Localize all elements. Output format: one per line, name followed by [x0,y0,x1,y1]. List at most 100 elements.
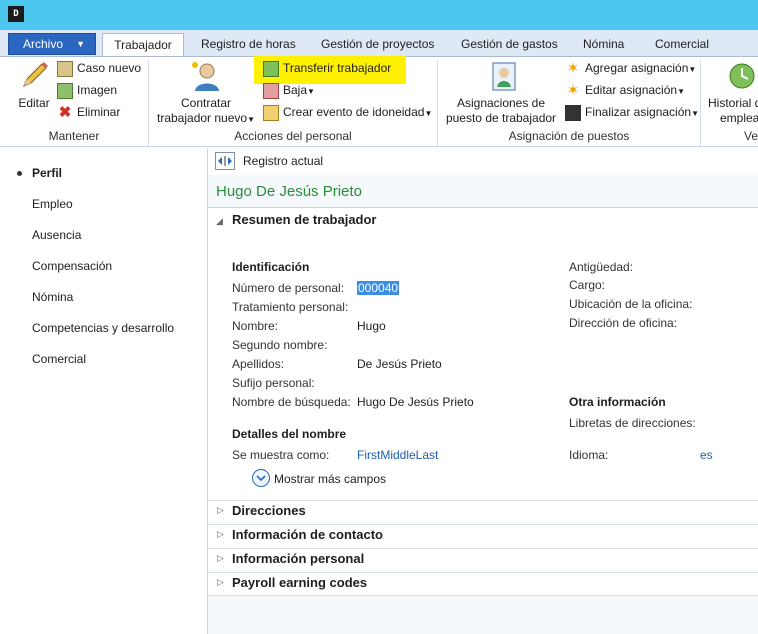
title-bar [0,0,758,30]
expand-triangle-icon: ▷ [217,505,224,515]
historial-label-1: Historial d [708,96,758,110]
field-label-cargo: Cargo: [569,278,606,292]
transferir-trabajador-button[interactable]: Transferir trabajador [263,61,391,77]
expand-triangle-icon: ▷ [217,553,224,563]
group-label-asignacion: Asignación de puestos [508,129,630,143]
dropdown-arrow-icon: ▼ [677,87,685,97]
fasttab-payroll-title: Payroll earning codes [232,575,368,590]
section-detalles-nombre: Detalles del nombre [232,427,347,441]
hire-worker-icon [190,60,222,92]
field-label-apellidos: Apellidos: [232,357,285,371]
field-value-idioma-link[interactable]: es [700,448,713,462]
field-value-se-muestra-link[interactable]: FirstMiddleLast [357,448,438,462]
eliminar-label: Eliminar [77,105,121,120]
editar-asignacion-label: Editar asignación [585,83,678,98]
editar-asignacion-button[interactable]: ✶ Editar asignación▼ [565,83,685,99]
nav-item-nomina[interactable]: Nómina [32,290,73,304]
tab-archivo-label: Archivo [23,37,64,51]
expand-circle-icon[interactable] [252,469,270,487]
contratar-label-2: trabajador nuevo [157,111,248,125]
edit-star-icon: ✶ [566,82,580,99]
worker-name-title: Hugo De Jesús Prieto [216,183,362,200]
expand-triangle-icon: ▷ [217,577,224,587]
section-identificacion: Identificación [232,260,310,274]
field-label-se-muestra: Se muestra como: [232,448,330,462]
tab-trabajador[interactable]: Trabajador [102,33,184,57]
historial-empleo-button[interactable]: Historial d emplea [708,96,758,126]
current-record-label[interactable]: Registro actual [243,154,323,168]
crear-evento-button[interactable]: Crear evento de idoneidad▼ [263,105,432,121]
asignaciones-label-2: puesto de trabajador [445,111,557,125]
finalizar-label: Finalizar asignación [585,105,692,120]
mostrar-mas-campos-button[interactable]: Mostrar más campos [274,472,386,486]
field-label-antiguedad: Antigüedad: [569,260,634,274]
expand-triangle-icon: ▷ [217,529,224,539]
field-value-apellidos: De Jesús Prieto [357,357,442,371]
field-value-nombre-busqueda: Hugo De Jesús Prieto [357,395,474,409]
crear-evento-label: Crear evento de idoneidad [283,105,425,120]
editar-button[interactable]: Editar [14,96,54,111]
field-label-nombre: Nombre: [232,319,279,333]
nav-item-comercial[interactable]: Comercial [32,352,86,366]
field-label-idioma: Idioma: [569,448,609,462]
tab-registro-horas[interactable]: Registro de horas [201,33,296,55]
tab-nomina[interactable]: Nómina [583,33,624,55]
baja-button[interactable]: Baja▼ [263,83,315,99]
caso-nuevo-button[interactable]: Caso nuevo [57,61,141,77]
contratar-trabajador-button[interactable]: Contratar trabajador nuevo▼ [153,96,259,127]
fasttab-direcciones-title: Direcciones [232,503,306,518]
group-divider [700,60,701,146]
field-label-numero-personal: Número de personal: [232,281,345,295]
selected-text: 000040 [357,281,400,295]
dropdown-arrow-icon: ▼ [247,115,255,124]
field-value-numero-personal[interactable]: 000040 [357,281,400,295]
dropdown-arrow-icon: ▼ [424,109,433,119]
tab-comercial[interactable]: Comercial [655,33,709,55]
asignaciones-label-1: Asignaciones de [456,96,546,110]
nav-item-ausencia[interactable]: Ausencia [32,228,81,242]
dropdown-arrow-icon: ▼ [307,87,315,97]
terminate-icon [263,83,279,99]
add-star-icon: ✶ [566,60,580,77]
image-icon [57,83,73,99]
fasttab-resumen-title: Resumen de trabajador [232,212,377,227]
tab-gestion-gastos[interactable]: Gestión de gastos [461,33,558,55]
dropdown-arrow-icon: ▼ [691,109,699,119]
group-label-mantener: Mantener [48,129,100,143]
imagen-label: Imagen [77,83,118,98]
nav-item-competencias[interactable]: Competencias y desarrollo [32,321,174,335]
position-assignment-icon [488,60,520,92]
agregar-asignacion-button[interactable]: ✶ Agregar asignación▼ [565,60,697,77]
field-label-segundo-nombre: Segundo nombre: [232,338,328,352]
tab-archivo[interactable]: Archivo ▼ [8,33,96,55]
dropdown-arrow-icon: ▼ [688,65,697,75]
imagen-button[interactable]: Imagen [57,83,117,99]
new-case-icon [57,61,73,77]
field-label-ubicacion-oficina: Ubicación de la oficina: [569,297,693,311]
field-value-nombre: Hugo [357,319,386,333]
field-label-sufijo: Sufijo personal: [232,376,315,390]
pencil-icon [18,60,50,92]
field-label-nombre-busqueda: Nombre de búsqueda: [232,395,351,409]
nav-item-empleo[interactable]: Empleo [32,197,73,211]
current-record-icon[interactable] [215,152,235,170]
field-label-libretas: Libretas de direcciones: [569,416,696,430]
nav-item-perfil[interactable]: Perfil [32,166,62,180]
nav-item-compensacion[interactable]: Compensación [32,259,112,273]
delete-x-icon: ✖ [58,104,72,121]
transferir-label: Transferir trabajador [283,61,392,76]
selected-bullet-icon [17,171,22,176]
event-icon [263,105,279,121]
asignaciones-puesto-button[interactable]: Asignaciones de puesto de trabajador [442,96,560,126]
tab-gestion-proyectos[interactable]: Gestión de proyectos [321,33,434,55]
app-icon[interactable]: D [8,6,24,22]
fasttab-personal-title: Información personal [232,551,365,566]
section-otra-informacion: Otra información [569,395,666,409]
finalizar-asignacion-button[interactable]: Finalizar asignación▼ [565,105,699,121]
contratar-label-1: Contratar [180,96,232,110]
eliminar-button[interactable]: ✖ Eliminar [57,104,121,121]
collapse-triangle-icon: ◢ [216,216,223,226]
field-label-direccion-oficina: Dirección de oficina: [569,316,678,330]
fasttab-contacto-title: Información de contacto [232,527,383,542]
finalize-icon [565,105,581,121]
